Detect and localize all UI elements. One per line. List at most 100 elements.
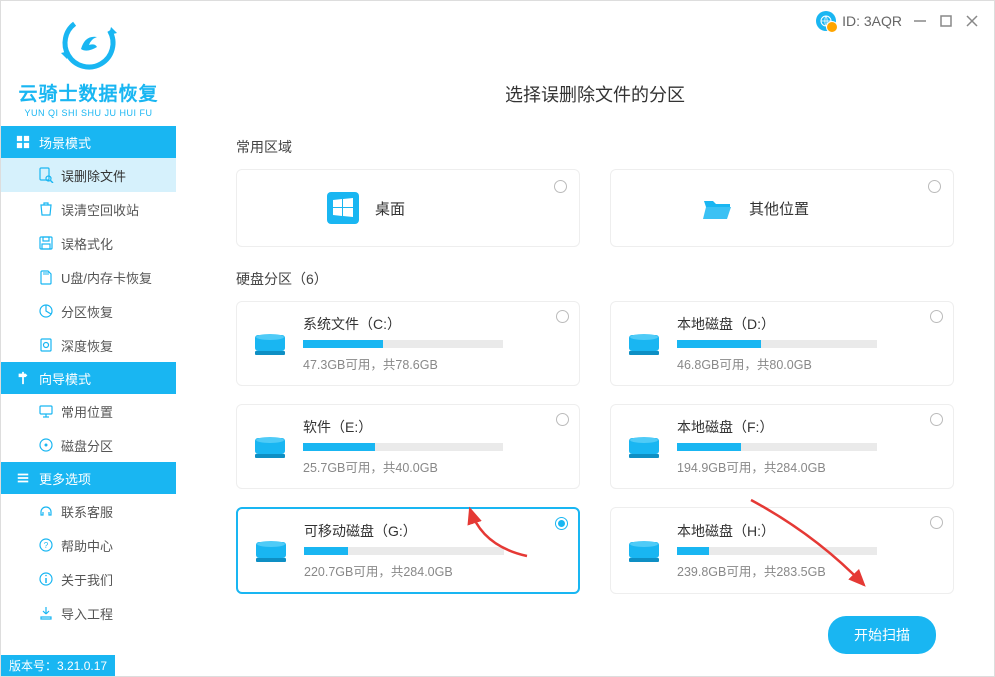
deep-scan-icon (37, 336, 55, 354)
main-content: 选择误删除文件的分区 常用区域 桌面 其他位置 (176, 1, 994, 676)
nav-item-deep-scan[interactable]: 深度恢复 (1, 328, 176, 362)
nav-item-deleted-files[interactable]: 误删除文件 (1, 158, 176, 192)
disk-card[interactable]: 本地磁盘（D:） 46.8GB可用，共80.0GB (610, 301, 954, 386)
nav-item-help-center[interactable]: ? 帮助中心 (1, 528, 176, 562)
account-id-badge[interactable]: ID: 3AQR (816, 11, 902, 31)
section-header-scene[interactable]: 场景模式 (1, 126, 176, 158)
windows-icon (327, 192, 359, 224)
disk-icon (37, 436, 55, 454)
partition-icon (37, 302, 55, 320)
section-label: 场景模式 (39, 133, 91, 152)
nav-item-formatted[interactable]: 误格式化 (1, 226, 176, 260)
nav-label: 深度恢复 (61, 336, 113, 355)
hard-drive-icon (251, 431, 289, 463)
page-title: 选择误删除文件的分区 (236, 81, 954, 107)
usage-bar (303, 340, 503, 348)
disk-usage-text: 25.7GB可用，共40.0GB (303, 457, 561, 476)
grid-icon (15, 134, 31, 150)
sidebar: 云骑士数据恢复 YUN QI SHI SHU JU HUI FU 场景模式 误删… (1, 1, 176, 676)
nav-item-contact-support[interactable]: 联系客服 (1, 494, 176, 528)
usage-bar (303, 443, 503, 451)
usage-bar (677, 443, 877, 451)
nav-label: 误格式化 (61, 234, 113, 253)
nav-label: 关于我们 (61, 570, 113, 589)
common-section-label: 常用区域 (236, 137, 954, 157)
brand-pinyin: YUN QI SHI SHU JU HUI FU (1, 108, 176, 118)
radio-indicator (554, 180, 567, 193)
section-label: 向导模式 (39, 369, 91, 388)
nav-label: 误删除文件 (61, 166, 126, 185)
disk-usage-text: 220.7GB可用，共284.0GB (304, 561, 560, 580)
section-label: 更多选项 (39, 469, 91, 488)
hard-drive-icon (625, 535, 663, 567)
disk-card[interactable]: 软件（E:） 25.7GB可用，共40.0GB (236, 404, 580, 489)
info-icon (37, 570, 55, 588)
disk-card[interactable]: 本地磁盘（F:） 194.9GB可用，共284.0GB (610, 404, 954, 489)
id-text: ID: 3AQR (842, 13, 902, 29)
radio-indicator (930, 310, 943, 323)
radio-indicator (928, 180, 941, 193)
import-icon (37, 604, 55, 622)
card-label: 其他位置 (749, 198, 809, 219)
disk-section-label: 硬盘分区（6） (236, 269, 954, 289)
disk-card[interactable]: 系统文件（C:） 47.3GB可用，共78.6GB (236, 301, 580, 386)
close-button[interactable] (964, 13, 980, 29)
disk-usage-text: 46.8GB可用，共80.0GB (677, 354, 935, 373)
maximize-button[interactable] (938, 13, 954, 29)
nav-item-about[interactable]: 关于我们 (1, 562, 176, 596)
nav-item-usb-sd[interactable]: U盘/内存卡恢复 (1, 260, 176, 294)
hard-drive-icon (625, 431, 663, 463)
nav-label: 帮助中心 (61, 536, 113, 555)
disk-name: 系统文件（C:） (303, 314, 561, 334)
version-label: 版本号：3.21.0.17 (1, 655, 115, 676)
nav-item-disk-partitions[interactable]: 磁盘分区 (1, 428, 176, 462)
radio-indicator (556, 310, 569, 323)
disk-name: 软件（E:） (303, 417, 561, 437)
disk-usage-text: 47.3GB可用，共78.6GB (303, 354, 561, 373)
nav-item-import-project[interactable]: 导入工程 (1, 596, 176, 630)
nav-label: 误清空回收站 (61, 200, 139, 219)
disk-card[interactable]: 可移动磁盘（G:） 220.7GB可用，共284.0GB (236, 507, 580, 594)
menu-icon (15, 470, 31, 486)
hard-drive-icon (252, 535, 290, 567)
minimize-button[interactable] (912, 13, 928, 29)
nav-item-common-locations[interactable]: 常用位置 (1, 394, 176, 428)
folder-open-icon (701, 192, 733, 224)
radio-indicator (556, 413, 569, 426)
monitor-icon (37, 402, 55, 420)
nav-label: 常用位置 (61, 402, 113, 421)
card-label: 桌面 (375, 198, 405, 219)
floppy-icon (37, 234, 55, 252)
nav-item-empty-recycle[interactable]: 误清空回收站 (1, 192, 176, 226)
section-header-wizard[interactable]: 向导模式 (1, 362, 176, 394)
radio-indicator (930, 413, 943, 426)
start-scan-button[interactable]: 开始扫描 (828, 616, 936, 654)
usage-bar (677, 547, 877, 555)
disk-name: 本地磁盘（F:） (677, 417, 935, 437)
nav-label: 磁盘分区 (61, 436, 113, 455)
disk-name: 可移动磁盘（G:） (304, 521, 560, 541)
disk-name: 本地磁盘（D:） (677, 314, 935, 334)
common-card-other[interactable]: 其他位置 (610, 169, 954, 247)
hard-drive-icon (251, 328, 289, 360)
section-header-more[interactable]: 更多选项 (1, 462, 176, 494)
globe-icon (816, 11, 836, 31)
common-card-desktop[interactable]: 桌面 (236, 169, 580, 247)
usage-bar (677, 340, 877, 348)
disk-usage-text: 194.9GB可用，共284.0GB (677, 457, 935, 476)
disk-name: 本地磁盘（H:） (677, 521, 935, 541)
help-icon: ? (37, 536, 55, 554)
disk-card[interactable]: 本地磁盘（H:） 239.8GB可用，共283.5GB (610, 507, 954, 594)
hard-drive-icon (625, 328, 663, 360)
file-search-icon (37, 166, 55, 184)
usage-bar (304, 547, 504, 555)
nav-label: 分区恢复 (61, 302, 113, 321)
nav-label: 导入工程 (61, 604, 113, 623)
sd-card-icon (37, 268, 55, 286)
signpost-icon (15, 370, 31, 386)
disk-usage-text: 239.8GB可用，共283.5GB (677, 561, 935, 580)
trash-icon (37, 200, 55, 218)
nav-label: U盘/内存卡恢复 (61, 268, 152, 287)
nav-item-partition[interactable]: 分区恢复 (1, 294, 176, 328)
headset-icon (37, 502, 55, 520)
